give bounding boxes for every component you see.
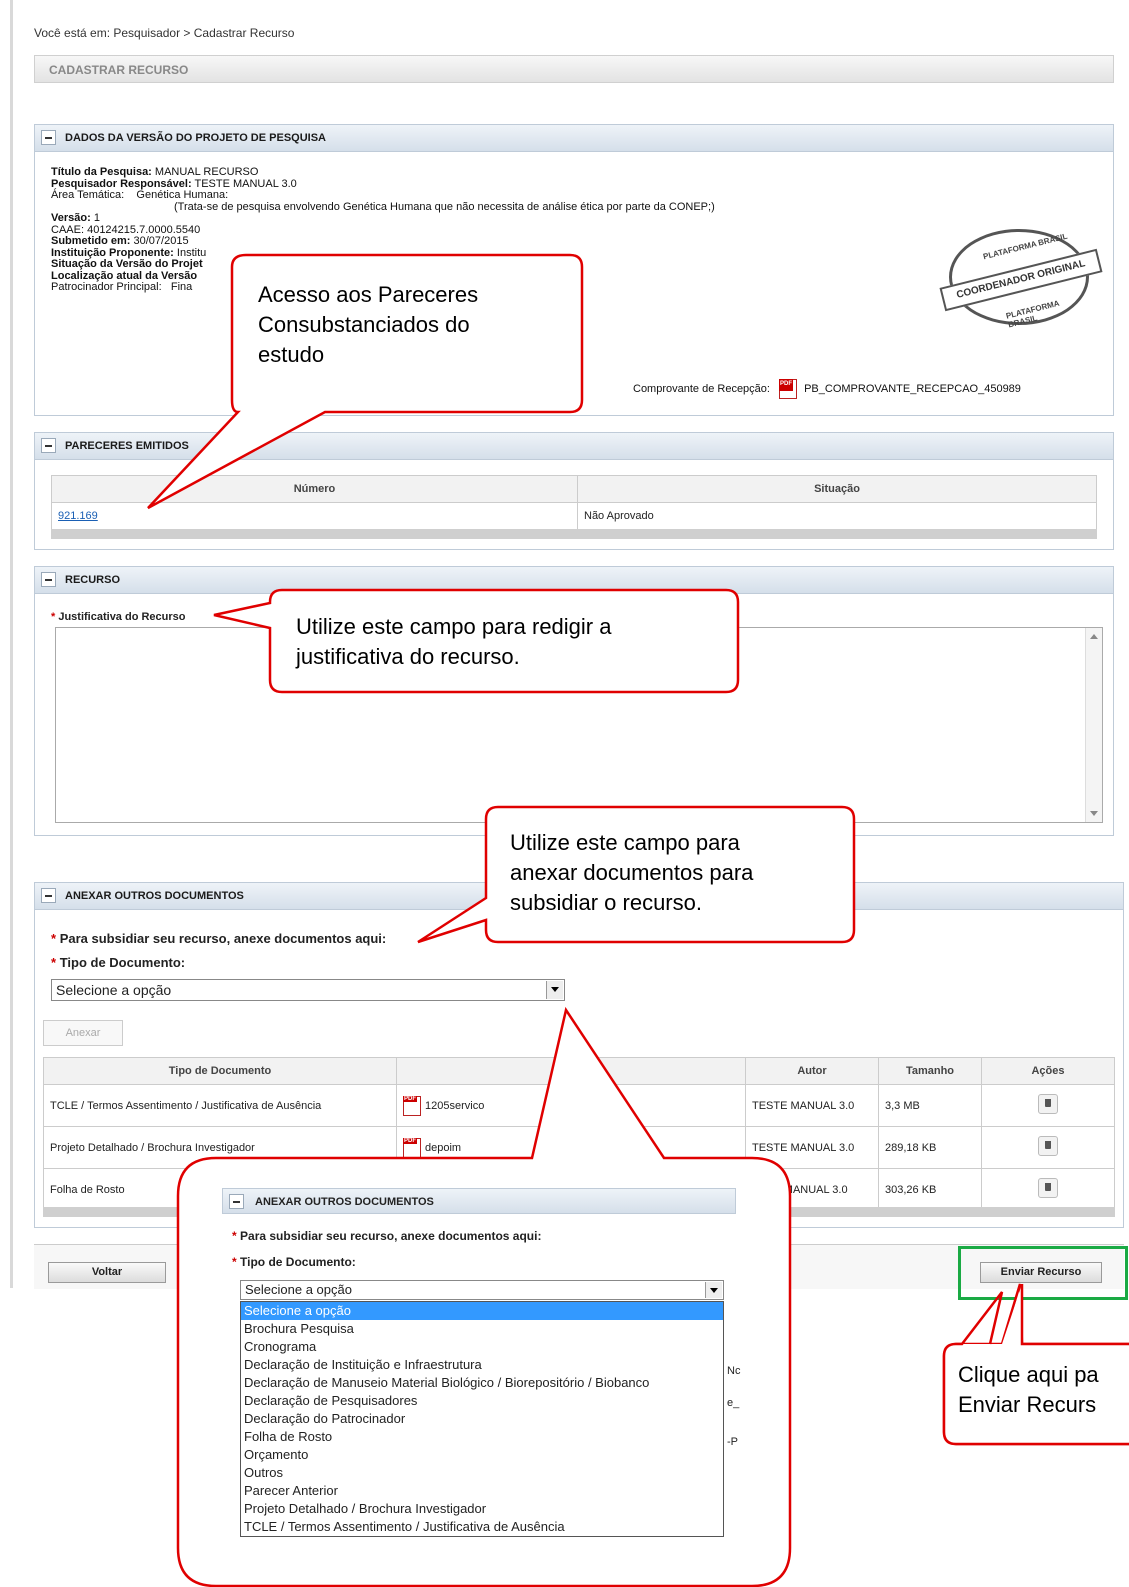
option-item[interactable]: Declaração de Instituição e Infraestrutu… bbox=[241, 1356, 723, 1374]
chevron-down-icon[interactable] bbox=[705, 1282, 722, 1298]
zoom-fragment-text: e_ bbox=[727, 1397, 740, 1409]
collapse-icon[interactable] bbox=[229, 1194, 244, 1209]
callout-line: Utilize este campo para bbox=[510, 830, 740, 855]
callout-anexar-text: Utilize este campo para anexar documento… bbox=[510, 828, 753, 918]
callout-line: Clique aqui pa bbox=[958, 1362, 1099, 1387]
zoom-tipo-wrap: * Tipo de Documento: bbox=[232, 1255, 356, 1269]
option-item[interactable]: Outros bbox=[241, 1464, 723, 1482]
option-item[interactable]: Brochura Pesquisa bbox=[241, 1320, 723, 1338]
callout-line: Utilize este campo para redigir a bbox=[296, 614, 612, 639]
callout-pareceres-text: Acesso aos Pareceres Consubstanciados do… bbox=[258, 280, 478, 370]
zoom-subsidiar-label: Para subsidiar seu recurso, anexe docume… bbox=[240, 1229, 542, 1243]
zoom-tipo-label: Tipo de Documento: bbox=[240, 1255, 356, 1269]
callout-line: anexar documentos para bbox=[510, 860, 754, 885]
callout-line: Enviar Recurs bbox=[958, 1392, 1097, 1417]
option-item[interactable]: Selecione a opção bbox=[241, 1302, 723, 1320]
tipo-options-list[interactable]: Selecione a opção Brochura Pesquisa Cron… bbox=[240, 1301, 724, 1537]
callout-line: justificativa do recurso. bbox=[296, 644, 520, 669]
callout-enviar-text: Clique aqui pa Enviar Recurs bbox=[958, 1360, 1099, 1420]
zoom-panel-header: ANEXAR OUTROS DOCUMENTOS bbox=[222, 1188, 736, 1214]
option-item[interactable]: Folha de Rosto bbox=[241, 1428, 723, 1446]
callout-line: Consubstanciados do bbox=[258, 312, 470, 337]
zoom-subsidiar-wrap: * Para subsidiar seu recurso, anexe docu… bbox=[232, 1229, 542, 1243]
callout-line: subsidiar o recurso. bbox=[510, 890, 702, 915]
option-item[interactable]: Orçamento bbox=[241, 1446, 723, 1464]
option-item[interactable]: Projeto Detalhado / Brochura Investigado… bbox=[241, 1500, 723, 1518]
zoom-tipo-selected: Selecione a opção bbox=[245, 1282, 352, 1297]
callout-justificativa-text: Utilize este campo para redigir a justif… bbox=[296, 612, 611, 672]
option-item[interactable]: Cronograma bbox=[241, 1338, 723, 1356]
zoom-panel-title: ANEXAR OUTROS DOCUMENTOS bbox=[255, 1196, 434, 1208]
option-item[interactable]: TCLE / Termos Assentimento / Justificati… bbox=[241, 1518, 723, 1536]
option-item[interactable]: Declaração de Manuseio Material Biológic… bbox=[241, 1374, 723, 1392]
zoom-fragment-text: Nc bbox=[727, 1365, 741, 1377]
zoom-fragment-text: -P bbox=[727, 1436, 738, 1448]
zoom-tipo-select[interactable]: Selecione a opção bbox=[240, 1280, 724, 1300]
option-item[interactable]: Declaração do Patrocinador bbox=[241, 1410, 723, 1428]
callout-line: estudo bbox=[258, 342, 325, 367]
callout-line: Acesso aos Pareceres bbox=[258, 282, 479, 307]
option-item[interactable]: Parecer Anterior bbox=[241, 1482, 723, 1500]
option-item[interactable]: Declaração de Pesquisadores bbox=[241, 1392, 723, 1410]
